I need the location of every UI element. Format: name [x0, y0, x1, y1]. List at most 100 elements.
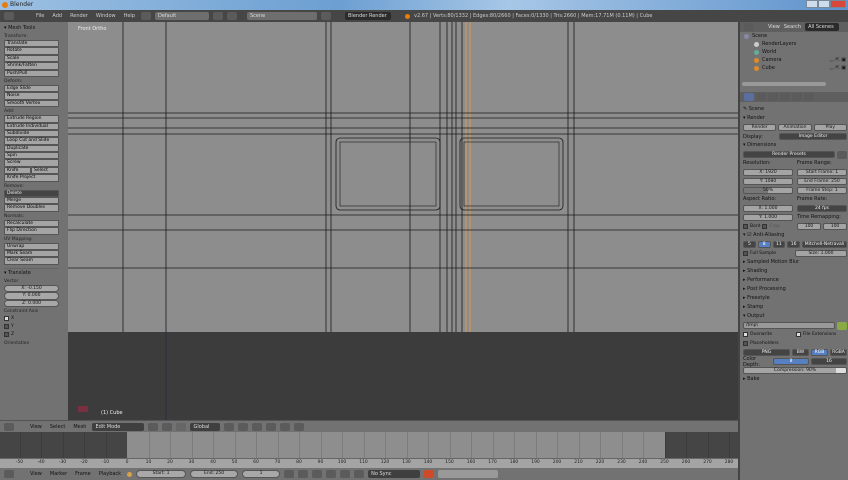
merge-button[interactable]: Merge [4, 197, 59, 205]
sampled-motion-blur-panel-header[interactable]: ▸ Sampled Motion Blur [743, 258, 847, 267]
editor-type-icon[interactable] [744, 23, 754, 31]
operator-panel-header[interactable]: ▾ Translate [4, 269, 64, 277]
editor-type-icon[interactable] [4, 422, 14, 431]
delete-menu[interactable]: Delete [4, 189, 59, 198]
extrude-region-button[interactable]: Extrude Region [4, 115, 59, 123]
aa-samples-11[interactable]: 11 [772, 240, 786, 249]
output-panel-header[interactable]: ▾ Output [743, 312, 847, 321]
placeholders-checkbox[interactable]: Placeholders [743, 340, 779, 348]
menu-add[interactable]: Add [50, 13, 64, 19]
minimize-button[interactable] [806, 0, 818, 8]
resolution-percentage-slider[interactable]: 50% [743, 186, 793, 195]
menu-frame[interactable]: Frame [73, 471, 93, 477]
aspect-y-field[interactable]: Y: 1.000 [743, 213, 793, 222]
current-frame-field[interactable]: 1 [242, 470, 281, 478]
frame-rate-selector[interactable]: 24 fps [797, 204, 847, 213]
timeline[interactable]: -50 -40 -30 -20 -10 0 10 20 30 40 50 60 70 80 90 100 110… [0, 432, 740, 468]
render-panel-header[interactable]: ▾ Render [743, 114, 847, 123]
3d-viewport[interactable]: Front Ortho (1) Cube [68, 22, 738, 420]
noise-button[interactable]: Noise [4, 92, 59, 100]
outliner-item-scene[interactable]: Scene [740, 32, 848, 40]
mesh-tools-header[interactable]: ▾ Mesh Tools [4, 24, 64, 32]
object-tab-icon[interactable] [780, 93, 790, 101]
edge-select-icon[interactable] [238, 422, 249, 431]
color-mode-rgb[interactable]: RGB [811, 348, 828, 357]
world-tab-icon[interactable] [768, 93, 778, 101]
render-button[interactable]: Render [743, 123, 777, 132]
outliner-item-world[interactable]: World [740, 48, 848, 56]
performance-panel-header[interactable]: ▸ Performance [743, 276, 847, 285]
end-frame-field[interactable]: End: 250 [190, 470, 239, 478]
manipulator-icon[interactable] [176, 422, 187, 431]
jump-keyframe-forward-icon[interactable] [340, 470, 351, 478]
vertex-select-icon[interactable] [224, 422, 235, 431]
knife-button[interactable]: Knife [4, 166, 31, 175]
loop-cut-and-slide-button[interactable]: Loop Cut and Slide [4, 137, 59, 145]
outliner-scrollbar[interactable] [742, 82, 826, 86]
border-checkbox[interactable]: Bord [743, 223, 760, 231]
preset-add-icon[interactable] [837, 150, 847, 159]
aa-samples-8[interactable]: 8 [757, 240, 771, 249]
start-frame-field[interactable]: Start: 1 [136, 470, 187, 478]
push-pull-button[interactable]: Push/Pull [4, 69, 59, 77]
frame-step-field[interactable]: Frame Step: 1 [797, 186, 847, 195]
compression-slider[interactable]: Compression: 90% [743, 366, 847, 375]
screen-layout-icon[interactable] [141, 12, 151, 20]
menu-view[interactable]: View [28, 424, 44, 430]
maximize-button[interactable] [818, 0, 830, 8]
edge-slide-button[interactable]: Edge Slide [4, 84, 59, 93]
duplicate-button[interactable]: Duplicate [4, 144, 59, 153]
bake-panel-header[interactable]: ▸ Bake [743, 375, 847, 384]
menu-search[interactable]: Search [784, 24, 801, 30]
menu-marker[interactable]: Marker [48, 471, 69, 477]
extrude-individual-button[interactable]: Extrude Individual [4, 122, 59, 130]
dimensions-panel-header[interactable]: ▾ Dimensions [743, 141, 847, 150]
menu-render[interactable]: Render [68, 13, 90, 19]
file-extensions-checkbox[interactable]: File Extensions [796, 331, 847, 339]
texture-tab-icon[interactable] [804, 93, 814, 101]
pivot-point-icon[interactable] [162, 422, 173, 431]
spin-button[interactable]: Spin [4, 152, 59, 160]
keying-set-field[interactable] [438, 470, 499, 478]
outliner-item-camera[interactable]: Camera ◡ ⇱ ▣ [740, 56, 848, 64]
face-select-icon[interactable] [252, 422, 263, 431]
jump-start-icon[interactable] [284, 470, 295, 478]
transform-orientation-selector[interactable]: Global [190, 422, 221, 431]
menu-window[interactable]: Window [94, 13, 118, 19]
recalculate-button[interactable]: Recalculate [4, 219, 59, 228]
proportional-edit-icon[interactable] [266, 422, 277, 431]
end-frame-field[interactable]: End Frame: 250 [797, 177, 847, 186]
layout-remove-icon[interactable] [227, 12, 237, 20]
play-reverse-icon[interactable] [312, 470, 323, 478]
sync-mode-selector[interactable]: No Sync [368, 470, 421, 478]
render-tab-icon[interactable] [744, 93, 754, 101]
editor-type-icon[interactable] [4, 470, 14, 478]
display-selector[interactable]: Image Editor [779, 132, 847, 141]
remap-new-field[interactable]: 100 [823, 222, 847, 231]
resolution-x-field[interactable]: X: 1920 [743, 168, 793, 177]
crop-checkbox[interactable]: Crop [762, 223, 780, 231]
screw-button[interactable]: Screw [4, 159, 59, 167]
material-tab-icon[interactable] [792, 93, 802, 101]
knife-project-button[interactable]: Knife Project [4, 174, 59, 182]
scale-button[interactable]: Scale [4, 54, 59, 63]
jump-end-icon[interactable] [354, 470, 365, 478]
layout-selector[interactable]: Default [155, 12, 209, 20]
jump-keyframe-back-icon[interactable] [298, 470, 309, 478]
record-icon[interactable] [424, 470, 435, 478]
mode-selector[interactable]: Edit Mode [92, 422, 145, 431]
preview-range-icon[interactable] [127, 471, 133, 477]
constraint-y-checkbox[interactable]: Y [4, 323, 64, 331]
constraint-x-checkbox[interactable]: X [4, 315, 64, 323]
outliner-filter[interactable]: All Scenes [805, 23, 840, 31]
render-engine-selector[interactable]: Blender Render [345, 12, 391, 20]
color-mode-rgba[interactable]: RGBA [830, 348, 847, 357]
aa-samples-16[interactable]: 16 [787, 240, 800, 249]
menu-file[interactable]: File [34, 13, 46, 19]
clear-seam-button[interactable]: Clear Seam [4, 257, 59, 265]
freestyle-panel-header[interactable]: ▸ Freestyle [743, 294, 847, 303]
anti-aliasing-panel-header[interactable]: ▾ ☑ Anti-Aliasing [743, 231, 847, 240]
output-path-field[interactable]: /tmp\ [743, 321, 835, 330]
aa-samples-5[interactable]: 5 [743, 240, 756, 249]
post-processing-panel-header[interactable]: ▸ Post Processing [743, 285, 847, 294]
